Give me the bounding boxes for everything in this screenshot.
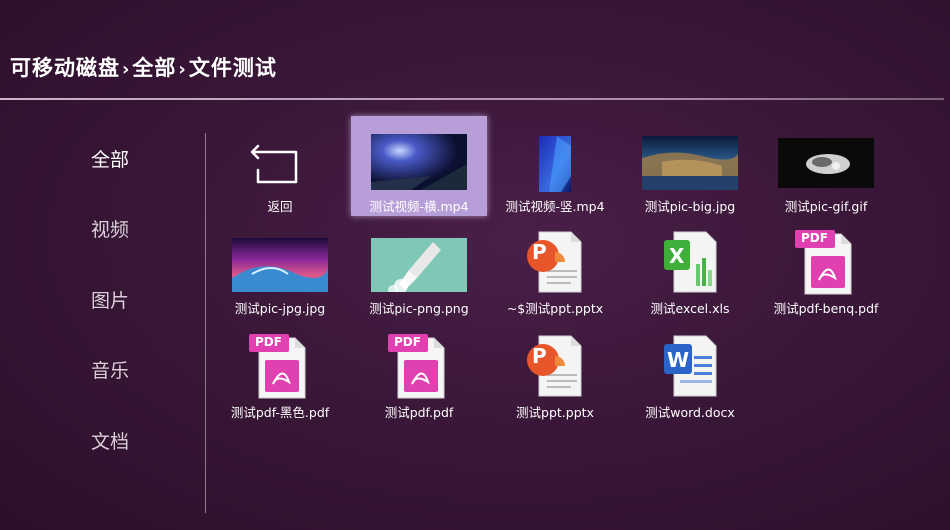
file-tile-pdf[interactable]: PDF 测试pdf.pdf <box>351 320 487 420</box>
sidebar-item-pictures[interactable]: 图片 <box>60 286 160 313</box>
excel-icon: X <box>660 230 720 294</box>
pdf-icon: PDF <box>384 334 454 400</box>
sidebar-item-music[interactable]: 音乐 <box>60 356 160 383</box>
breadcrumb-drive[interactable]: 可移动磁盘 <box>10 56 120 80</box>
breadcrumb-folder: 文件测试 <box>188 56 277 80</box>
pdf-label: PDF <box>394 335 421 349</box>
breadcrumb-separator: › <box>178 59 187 80</box>
file-tile-video-portrait[interactable]: 测试视频-竖.mp4 <box>487 116 623 216</box>
file-tile-pdf-benq[interactable]: PDF 测试pdf-benq.pdf <box>758 218 894 318</box>
image-thumbnail <box>232 238 328 292</box>
word-letter: W <box>667 348 690 372</box>
pdf-icon: PDF <box>245 334 315 400</box>
file-tile-excel[interactable]: X 测试excel.xls <box>622 218 758 318</box>
file-tile-word[interactable]: W 测试word.docx <box>622 320 758 420</box>
image-thumbnail <box>371 238 467 292</box>
file-label: 返回 <box>267 199 293 214</box>
file-tile-pic-jpg[interactable]: 测试pic-jpg.jpg <box>212 218 348 318</box>
image-thumbnail <box>778 138 874 188</box>
file-label: 测试pdf.pdf <box>384 405 454 420</box>
video-thumbnail <box>539 136 571 192</box>
sidebar-item-documents[interactable]: 文档 <box>60 427 160 454</box>
file-label: 测试视频-竖.mp4 <box>505 199 605 214</box>
file-tile-ppt[interactable]: P 测试ppt.pptx <box>487 320 623 420</box>
file-tile-pic-big[interactable]: 测试pic-big.jpg <box>622 116 758 216</box>
file-label: ~$测试ppt.pptx <box>506 301 604 316</box>
header-divider <box>0 98 944 100</box>
file-label: 测试pdf-benq.pdf <box>773 301 879 316</box>
ppt-letter: P <box>532 344 547 368</box>
sidebar-divider <box>205 133 206 513</box>
file-label: 测试pdf-黑色.pdf <box>230 405 330 420</box>
breadcrumb: 可移动磁盘 ›全部 ›文件测试 <box>10 52 277 82</box>
excel-letter: X <box>669 244 685 268</box>
file-tile-video-landscape[interactable]: 测试视频-横.mp4 <box>351 116 487 216</box>
file-label: 测试excel.xls <box>650 301 730 316</box>
file-tile-pic-png[interactable]: 测试pic-png.png <box>351 218 487 318</box>
back-icon <box>250 144 298 184</box>
file-label: 测试视频-横.mp4 <box>369 199 469 214</box>
pdf-label: PDF <box>801 231 828 245</box>
file-label: 测试pic-gif.gif <box>784 199 868 214</box>
word-icon: W <box>660 334 720 398</box>
ppt-letter: P <box>532 240 547 264</box>
file-tile-pdf-black[interactable]: PDF 测试pdf-黑色.pdf <box>212 320 348 420</box>
sidebar-item-all[interactable]: 全部 <box>60 145 160 172</box>
file-label: 测试pic-big.jpg <box>644 199 736 214</box>
sidebar-item-video[interactable]: 视频 <box>60 215 160 242</box>
ppt-icon: P <box>525 334 585 398</box>
image-thumbnail <box>642 136 738 190</box>
file-tile-back[interactable]: 返回 <box>212 116 348 216</box>
file-tile-ppt-temp[interactable]: P ~$测试ppt.pptx <box>487 218 623 318</box>
file-label: 测试ppt.pptx <box>516 405 594 420</box>
pdf-icon: PDF <box>791 230 861 296</box>
file-tile-pic-gif[interactable]: 测试pic-gif.gif <box>758 116 894 216</box>
pdf-label: PDF <box>255 335 282 349</box>
breadcrumb-separator: › <box>122 59 131 80</box>
breadcrumb-all[interactable]: 全部 <box>132 56 176 80</box>
file-label: 测试pic-png.png <box>369 301 469 316</box>
video-thumbnail <box>371 134 467 190</box>
ppt-icon: P <box>525 230 585 294</box>
file-label: 测试pic-jpg.jpg <box>234 301 326 316</box>
file-label: 测试word.docx <box>645 405 735 420</box>
